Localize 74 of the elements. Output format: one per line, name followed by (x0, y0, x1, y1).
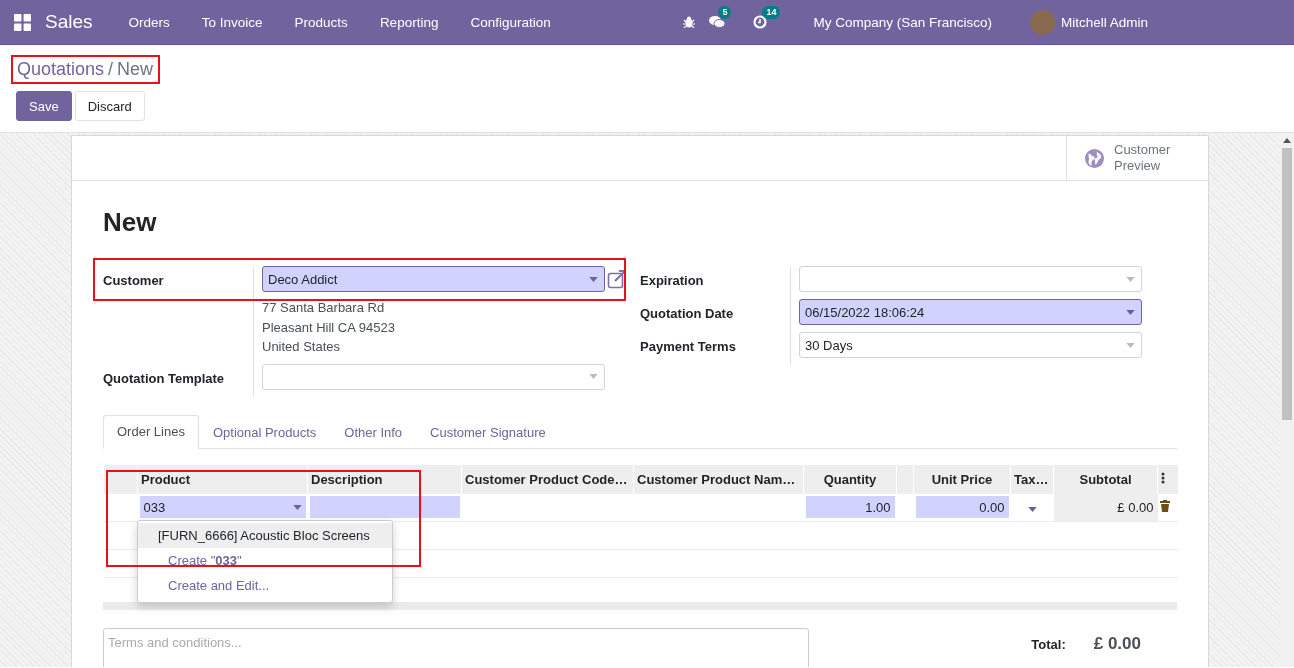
tab[interactable]: Customer Signature (416, 414, 560, 449)
app-name[interactable]: Sales (45, 11, 93, 33)
select-field[interactable]: 06/15/2022 18:06:24 (799, 299, 1142, 325)
chat-bubbles-icon (709, 15, 726, 29)
field-label: Expiration (640, 272, 705, 290)
dropdown-action[interactable]: Create and Edit... (138, 572, 392, 598)
debug-button[interactable] (683, 16, 696, 28)
terms-field[interactable]: Terms and conditions... (103, 627, 809, 667)
address-line: United States (262, 338, 342, 356)
select-field[interactable]: 30 Days (799, 332, 1142, 358)
table-cell: £ 0.00 (1117, 499, 1154, 515)
caret-icon (292, 504, 302, 510)
total-label: Total: (1031, 636, 1066, 652)
trash-icon (1159, 499, 1170, 512)
activities-button[interactable] (753, 15, 768, 29)
column-header: Customer Product Nam… (633, 464, 804, 494)
scrollbar[interactable] (1280, 133, 1294, 667)
caret-icon (1126, 342, 1135, 348)
clock-icon (753, 15, 768, 29)
count-badge: 14 (762, 6, 781, 19)
caret-icon (1126, 309, 1135, 315)
address-line: Pleasant Hill CA 94523 (262, 318, 396, 337)
tab[interactable]: Other Info (330, 414, 417, 449)
field-label: Quotation Template (103, 369, 226, 388)
dropdown-action[interactable]: Create "033" (138, 547, 392, 573)
select-field[interactable] (799, 266, 1142, 292)
column-header: Customer Product Code… (461, 464, 634, 494)
user-avatar (1029, 9, 1055, 35)
menu-item[interactable]: Products (278, 14, 364, 30)
column-header: Quantity (803, 464, 897, 494)
scrollbar-thumb[interactable] (1282, 148, 1292, 420)
column-header: Description (307, 464, 462, 494)
column-header: Subtotal (1053, 464, 1158, 494)
count-badge: 5 (718, 6, 732, 19)
column-header: Product (137, 464, 308, 494)
save-button[interactable]: Save (16, 91, 72, 121)
column-header: Tax… (1010, 464, 1054, 494)
select-field[interactable]: Deco Addict (262, 266, 605, 292)
tax-dropdown-icon (1027, 506, 1037, 512)
cell-input[interactable]: 1.00 (805, 496, 895, 518)
menu-item[interactable]: Reporting (363, 14, 455, 30)
caret-icon (589, 374, 598, 379)
kebab-menu-icon (1161, 471, 1165, 484)
arrow-up-icon (1283, 138, 1291, 143)
cell-input[interactable]: 0.00 (915, 496, 1009, 518)
cell-input[interactable] (309, 496, 460, 518)
select-field[interactable] (262, 363, 605, 390)
company-switcher[interactable]: My Company (San Francisco) (813, 14, 992, 30)
caret-icon (589, 276, 598, 282)
dropdown-option[interactable]: [FURN_6666] Acoustic Bloc Screens (138, 522, 392, 548)
preview-label: Customer Preview (1114, 142, 1172, 174)
messages-button[interactable] (709, 15, 726, 29)
user-menu[interactable]: Mitchell Admin (1060, 14, 1148, 30)
caret-icon (1126, 276, 1135, 282)
discard-button[interactable]: Discard (74, 91, 145, 121)
address-line: 77 Santa Barbara Rd (262, 299, 386, 317)
field-label: Quotation Date (640, 305, 735, 323)
total-value: £ 0.00 (1093, 633, 1141, 654)
record-title: New (103, 207, 158, 238)
field-label: Payment Terms (640, 338, 737, 356)
apps-menu-icon (14, 13, 31, 31)
menu-item[interactable]: To Invoice (185, 14, 279, 30)
tab[interactable]: Optional Products (198, 414, 331, 449)
bug-icon (683, 16, 696, 28)
globe-icon (1085, 148, 1104, 168)
column-header: Unit Price (913, 464, 1011, 494)
field-label: Customer (103, 266, 253, 364)
product-field[interactable]: 033 (139, 496, 306, 518)
breadcrumb-separator: / (108, 59, 114, 80)
breadcrumb-current: New (117, 59, 154, 80)
tab[interactable]: Order Lines (103, 414, 199, 449)
menu-item[interactable]: Configuration (454, 14, 567, 30)
breadcrumb-link[interactable]: Quotations (17, 59, 105, 80)
menu-item[interactable]: Orders (112, 14, 186, 30)
